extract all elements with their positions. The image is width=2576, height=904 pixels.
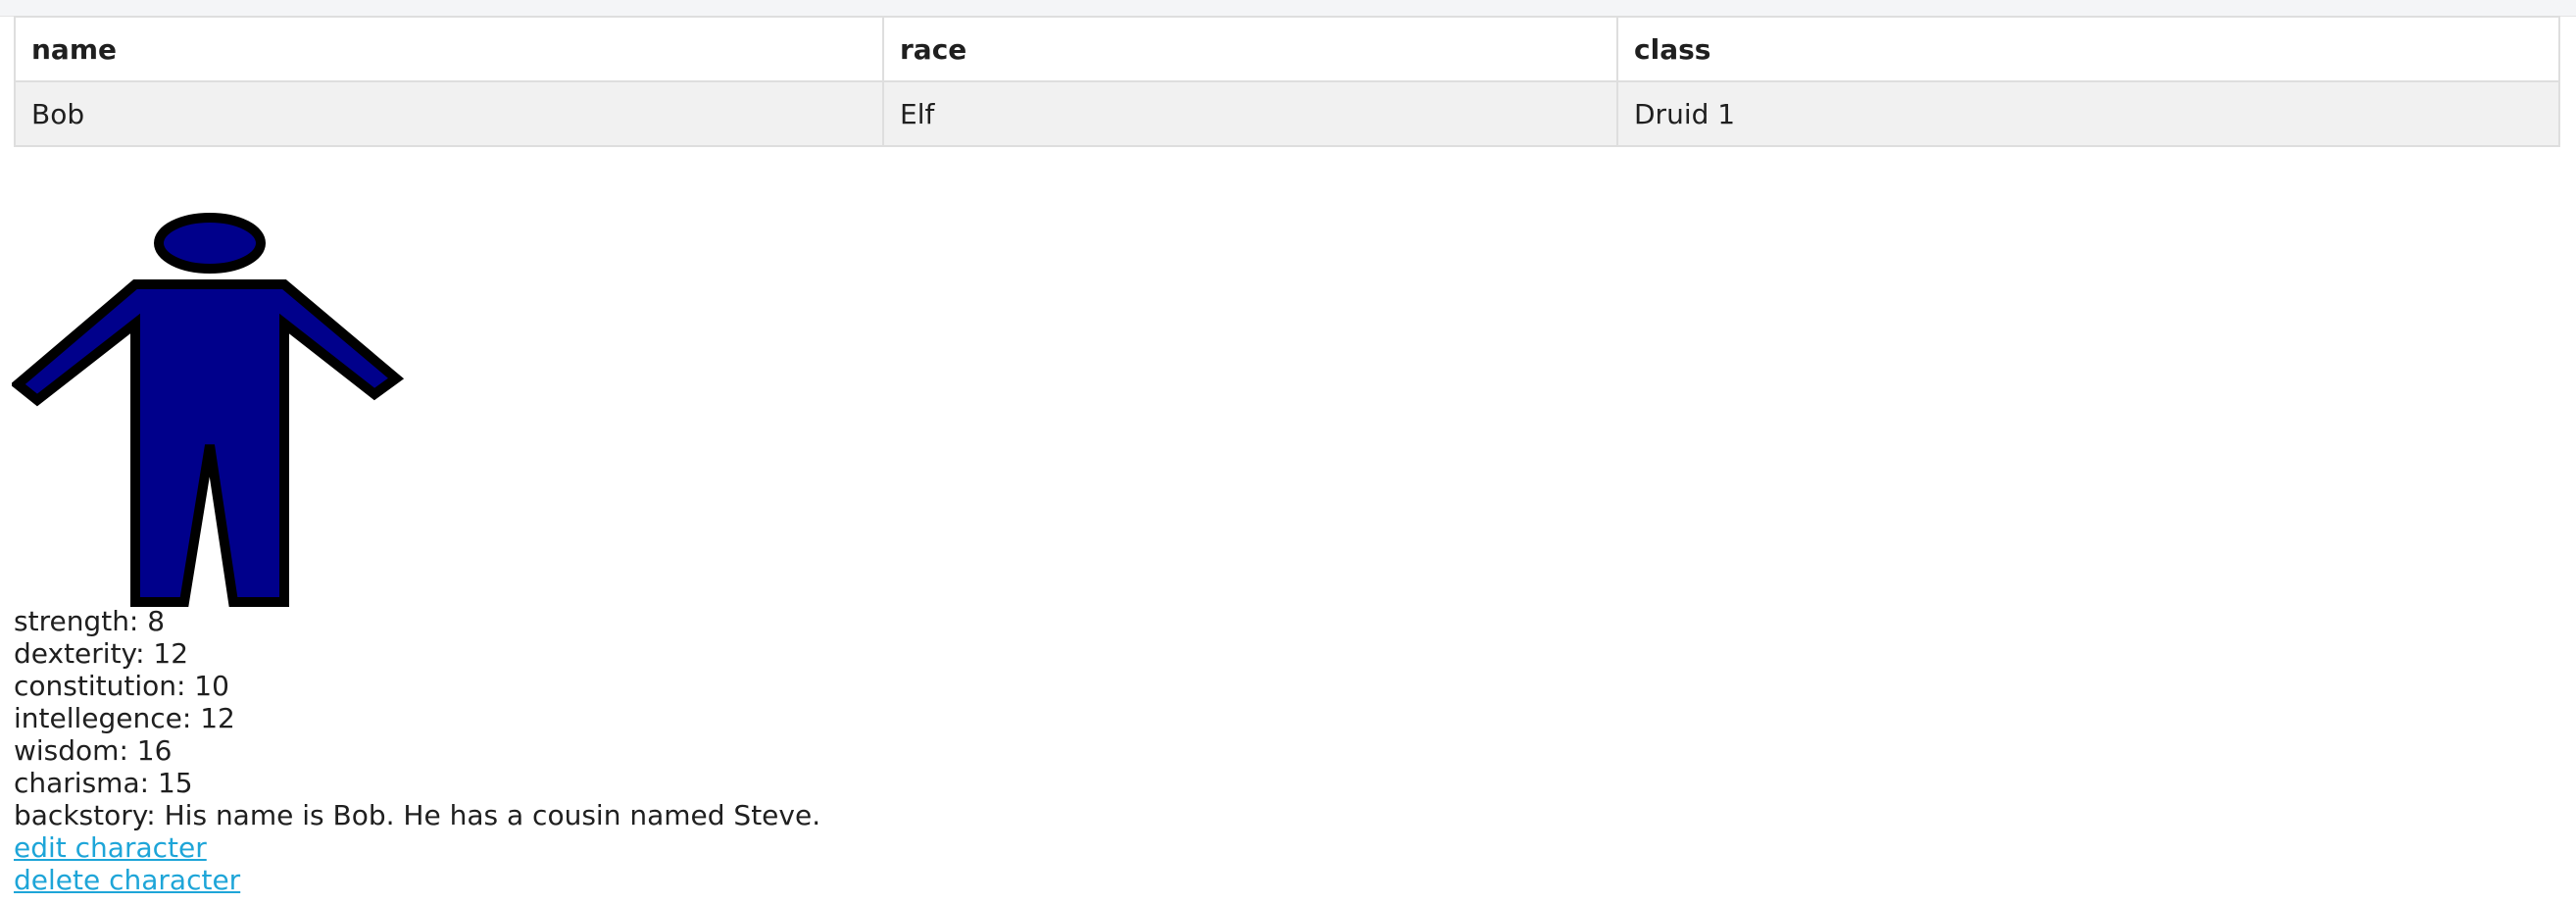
backstory-text: backstory: His name is Bob. He has a cou… bbox=[14, 799, 821, 831]
person-figure-icon bbox=[12, 213, 405, 607]
delete-character-link[interactable]: delete character bbox=[14, 864, 240, 896]
table-header-row: name race class bbox=[14, 16, 2560, 82]
character-table: name race class Bob Elf Druid 1 bbox=[14, 16, 2560, 147]
top-bar bbox=[0, 0, 2576, 17]
figure-body bbox=[12, 279, 405, 607]
stat-strength: strength: 8 bbox=[14, 605, 166, 637]
cell-name: Bob bbox=[14, 80, 884, 147]
edit-character-link[interactable]: edit character bbox=[14, 831, 207, 864]
stat-wisdom: wisdom: 16 bbox=[14, 734, 173, 767]
cell-class: Druid 1 bbox=[1616, 80, 2560, 147]
column-header-race[interactable]: race bbox=[882, 16, 1618, 82]
table-row[interactable]: Bob Elf Druid 1 bbox=[14, 80, 2560, 147]
column-header-name[interactable]: name bbox=[14, 16, 884, 82]
column-header-class[interactable]: class bbox=[1616, 16, 2560, 82]
character-details: strength: 8 dexterity: 12 constitution: … bbox=[14, 605, 820, 896]
stat-charisma: charisma: 15 bbox=[14, 767, 193, 799]
character-table-container: name race class Bob Elf Druid 1 bbox=[14, 16, 2560, 147]
stat-intellegence: intellegence: 12 bbox=[14, 702, 235, 734]
stat-dexterity: dexterity: 12 bbox=[14, 637, 189, 670]
stat-constitution: constitution: 10 bbox=[14, 670, 229, 702]
cell-race: Elf bbox=[882, 80, 1618, 147]
figure-head bbox=[154, 213, 266, 274]
